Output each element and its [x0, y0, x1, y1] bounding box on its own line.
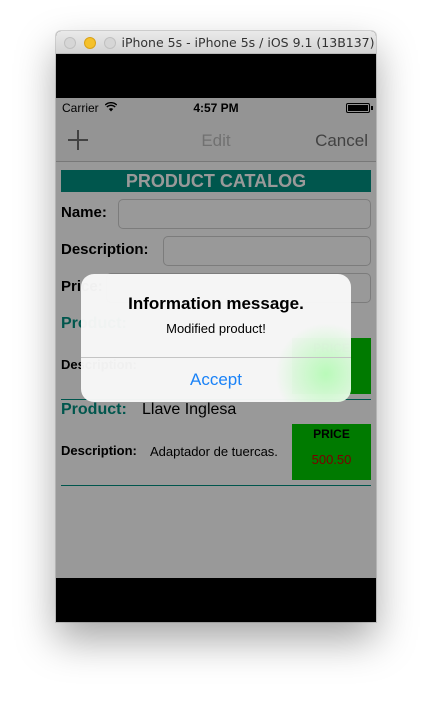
- iphone-screen: Carrier 4:57 PM Edit Cancel PRODUCT CATA…: [56, 98, 376, 578]
- desktop-background: iPhone 5s - iPhone 5s / iOS 9.1 (13B137)…: [0, 0, 432, 702]
- window-title: iPhone 5s - iPhone 5s / iOS 9.1 (13B137): [121, 35, 375, 50]
- screen-bottom-bezel: [56, 578, 376, 622]
- window-titlebar[interactable]: iPhone 5s - iPhone 5s / iOS 9.1 (13B137): [56, 31, 376, 54]
- alert-message: Modified product!: [166, 321, 266, 336]
- accept-button[interactable]: Accept: [81, 358, 351, 402]
- alert-dialog: Information message. Modified product! A…: [81, 274, 351, 402]
- minimize-window-button[interactable]: [84, 37, 96, 49]
- zoom-window-button[interactable]: [104, 37, 116, 49]
- simulator-window: iPhone 5s - iPhone 5s / iOS 9.1 (13B137)…: [56, 31, 376, 622]
- close-window-button[interactable]: [64, 37, 76, 49]
- alert-title: Information message.: [128, 294, 304, 313]
